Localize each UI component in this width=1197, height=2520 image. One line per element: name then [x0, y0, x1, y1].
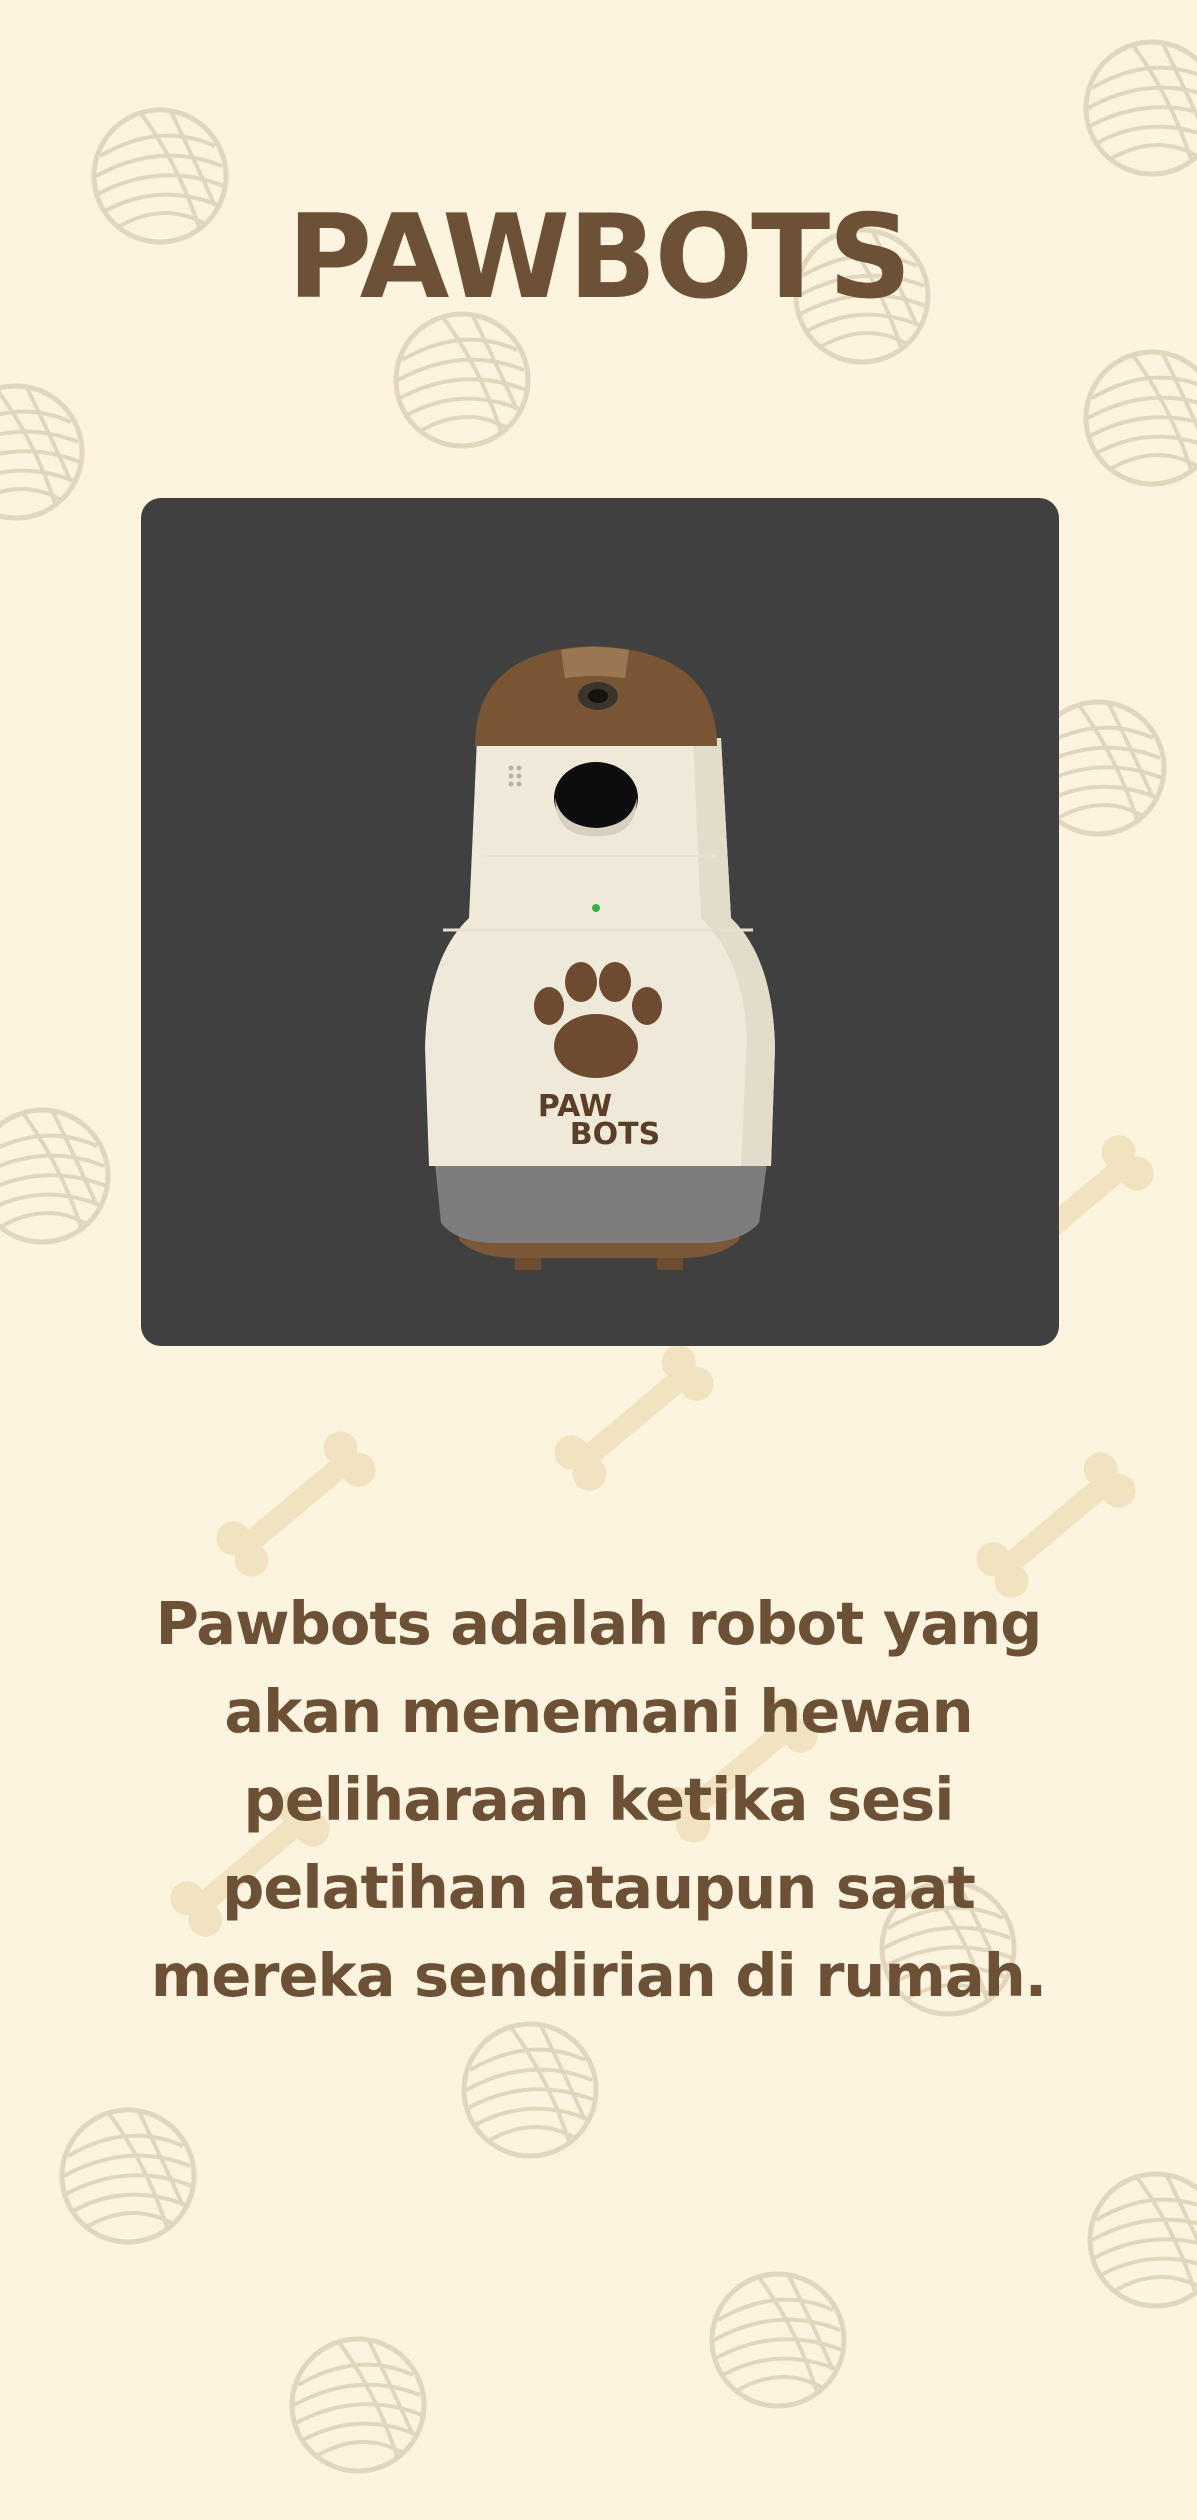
pawbots-robot-model: PAW BOTS [425, 646, 775, 1270]
bone-icon [547, 1338, 721, 1498]
page-title: PAWBOTS [287, 190, 912, 325]
yarn-ball-icon [62, 2110, 194, 2242]
yarn-ball-icon [464, 2024, 596, 2156]
product-description: Pawbots adalah robot yang akan menemani … [150, 1589, 1047, 2010]
yarn-ball-icon [1090, 2174, 1197, 2306]
yarn-ball-icon [292, 2339, 424, 2471]
yarn-ball-icon [1086, 42, 1197, 174]
yarn-ball-icon [0, 386, 82, 518]
yarn-ball-icon [396, 314, 528, 446]
yarn-ball-icon [0, 1110, 108, 1242]
bone-icon [209, 1424, 383, 1584]
product-3d-viewer[interactable]: PAW BOTS [141, 498, 1059, 1346]
yarn-ball-icon [1086, 352, 1197, 484]
product-logo-line2: BOTS [570, 1117, 660, 1152]
yarn-ball-icon [712, 2274, 844, 2406]
